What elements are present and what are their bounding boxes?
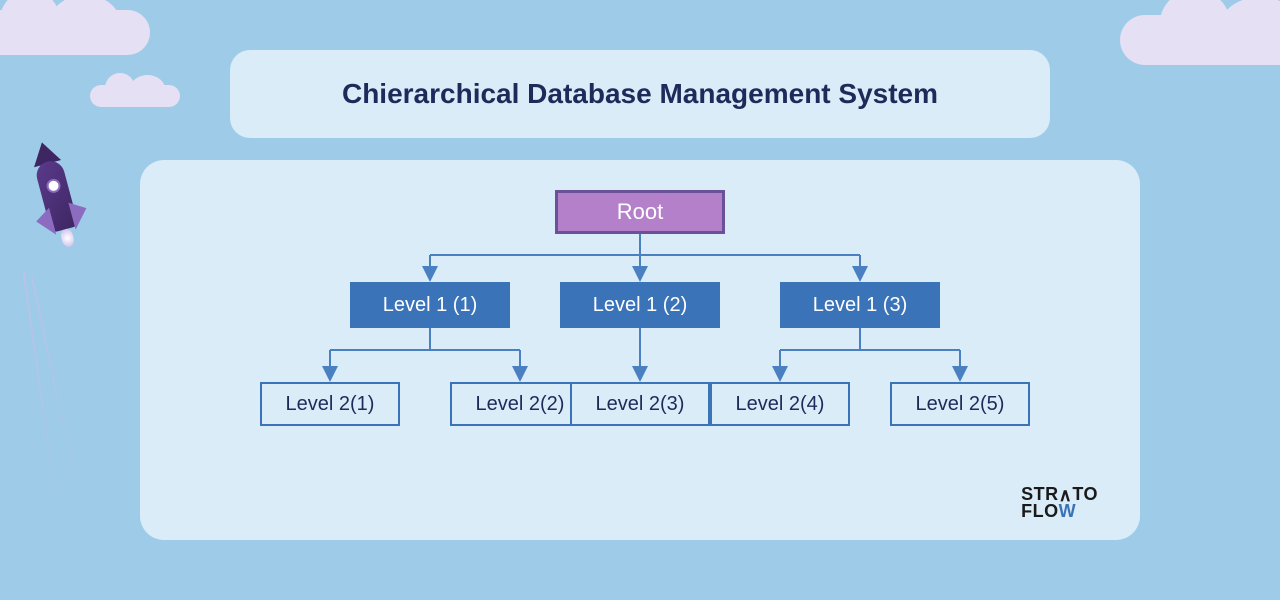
tree-level2-node: Level 2(5): [890, 382, 1030, 426]
rocket-icon: [15, 144, 104, 275]
cloud-decoration: [90, 85, 180, 107]
tree-root-node: Root: [555, 190, 725, 234]
node-label: Root: [617, 199, 663, 225]
tree-level1-node: Level 1 (2): [560, 282, 720, 328]
tree-level2-node: Level 2(2): [450, 382, 590, 426]
node-label: Level 2(4): [736, 393, 825, 416]
tree-level2-node: Level 2(1): [260, 382, 400, 426]
node-label: Level 2(1): [286, 393, 375, 416]
logo-line2-pre: FLO: [1021, 501, 1059, 521]
node-label: Level 2(2): [476, 393, 565, 416]
tree-level2-node: Level 2(3): [570, 382, 710, 426]
node-label: Level 2(5): [916, 393, 1005, 416]
tree-level2-node: Level 2(4): [710, 382, 850, 426]
brand-logo: STR∧TO FLOW: [1021, 486, 1098, 520]
tree-level1-node: Level 1 (1): [350, 282, 510, 328]
page-title: Chierarchical Database Management System: [270, 78, 1010, 110]
diagram-panel: Root Level 1 (1) Level 1 (2) Level 1 (3)…: [140, 160, 1140, 540]
tree-level1-node: Level 1 (3): [780, 282, 940, 328]
title-card: Chierarchical Database Management System: [230, 50, 1050, 138]
node-label: Level 1 (2): [593, 294, 688, 317]
logo-caret-icon: ∧: [1059, 487, 1073, 504]
cloud-decoration: [1120, 15, 1280, 65]
rocket-trail: [23, 271, 60, 519]
node-label: Level 2(3): [596, 393, 685, 416]
logo-line1-post: TO: [1072, 484, 1098, 504]
node-label: Level 1 (3): [813, 294, 908, 317]
node-label: Level 1 (1): [383, 294, 478, 317]
cloud-decoration: [0, 10, 150, 55]
